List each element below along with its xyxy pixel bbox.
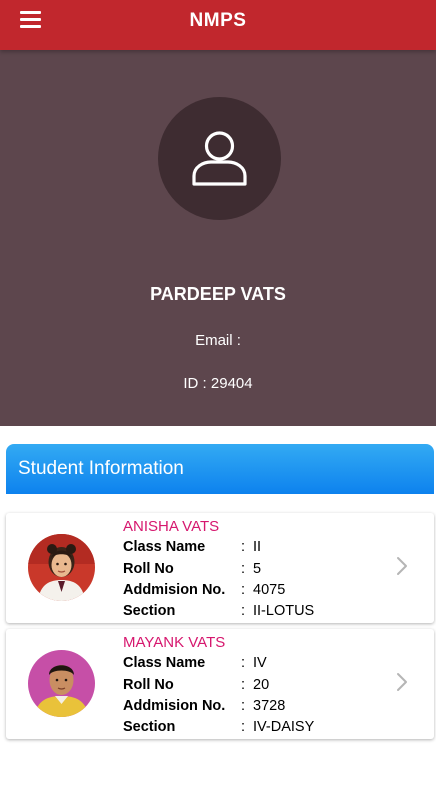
roll-no-row: Roll No:20 bbox=[123, 677, 269, 693]
app-bar: NMPS bbox=[0, 0, 436, 50]
section-row: Section: IV-DAISY bbox=[123, 719, 314, 735]
app-title: NMPS bbox=[189, 10, 247, 31]
separator: : bbox=[241, 698, 246, 714]
user-icon bbox=[192, 131, 247, 186]
section-value: IV-DAISY bbox=[253, 719, 315, 735]
admission-no-label: Addmision No. bbox=[123, 582, 226, 598]
class-name-row: Class Name: IV bbox=[123, 655, 267, 671]
chevron-right-icon[interactable] bbox=[396, 556, 408, 576]
chevron-right-icon[interactable] bbox=[396, 672, 408, 692]
student-photo bbox=[28, 534, 95, 601]
class-name-label: Class Name bbox=[123, 655, 206, 671]
roll-no-label: Roll No bbox=[123, 677, 174, 693]
section-row: Section: II-LOTUS bbox=[123, 603, 314, 619]
avatar bbox=[158, 97, 281, 220]
separator: : bbox=[241, 539, 246, 555]
separator: : bbox=[241, 561, 246, 577]
roll-no-row: Roll No:5 bbox=[123, 561, 261, 577]
student-information-header: Student Information bbox=[6, 444, 434, 494]
roll-no-value: 5 bbox=[253, 561, 262, 577]
class-name-value: II bbox=[253, 539, 262, 555]
separator: : bbox=[241, 719, 246, 735]
admission-no-value: 4075 bbox=[253, 582, 286, 598]
class-name-row: Class Name: II bbox=[123, 539, 261, 555]
admission-no-row: Addmision No.:4075 bbox=[123, 582, 285, 598]
separator: : bbox=[241, 603, 246, 619]
student-name: ANISHA VATS bbox=[123, 518, 220, 535]
class-name-value: IV bbox=[253, 655, 267, 671]
section-title: Student Information bbox=[18, 458, 184, 479]
student-card-mayank[interactable]: MAYANK VATS Class Name: IV Roll No:20 Add… bbox=[6, 629, 434, 739]
section-label: Section bbox=[123, 603, 176, 619]
student-card-anisha[interactable]: ANISHA VATS Class Name: II Roll No:5 Addm… bbox=[6, 513, 434, 623]
admission-no-row: Addmision No.:3728 bbox=[123, 698, 285, 714]
roll-no-value: 20 bbox=[253, 677, 270, 693]
profile-name: PARDEEP VATS bbox=[150, 284, 286, 304]
profile-email: Email : bbox=[195, 332, 241, 349]
admission-no-label: Addmision No. bbox=[123, 698, 226, 714]
profile-id: ID : 29404 bbox=[183, 375, 253, 392]
separator: : bbox=[241, 582, 246, 598]
profile-header: PARDEEP VATS Email : ID : 29404 bbox=[0, 50, 436, 426]
student-photo bbox=[28, 650, 95, 717]
separator: : bbox=[241, 677, 246, 693]
admission-no-value: 3728 bbox=[253, 698, 286, 714]
section-label: Section bbox=[123, 719, 176, 735]
roll-no-label: Roll No bbox=[123, 561, 174, 577]
separator: : bbox=[241, 655, 246, 671]
section-value: II-LOTUS bbox=[253, 603, 315, 619]
class-name-label: Class Name bbox=[123, 539, 206, 555]
student-name: MAYANK VATS bbox=[123, 634, 226, 651]
